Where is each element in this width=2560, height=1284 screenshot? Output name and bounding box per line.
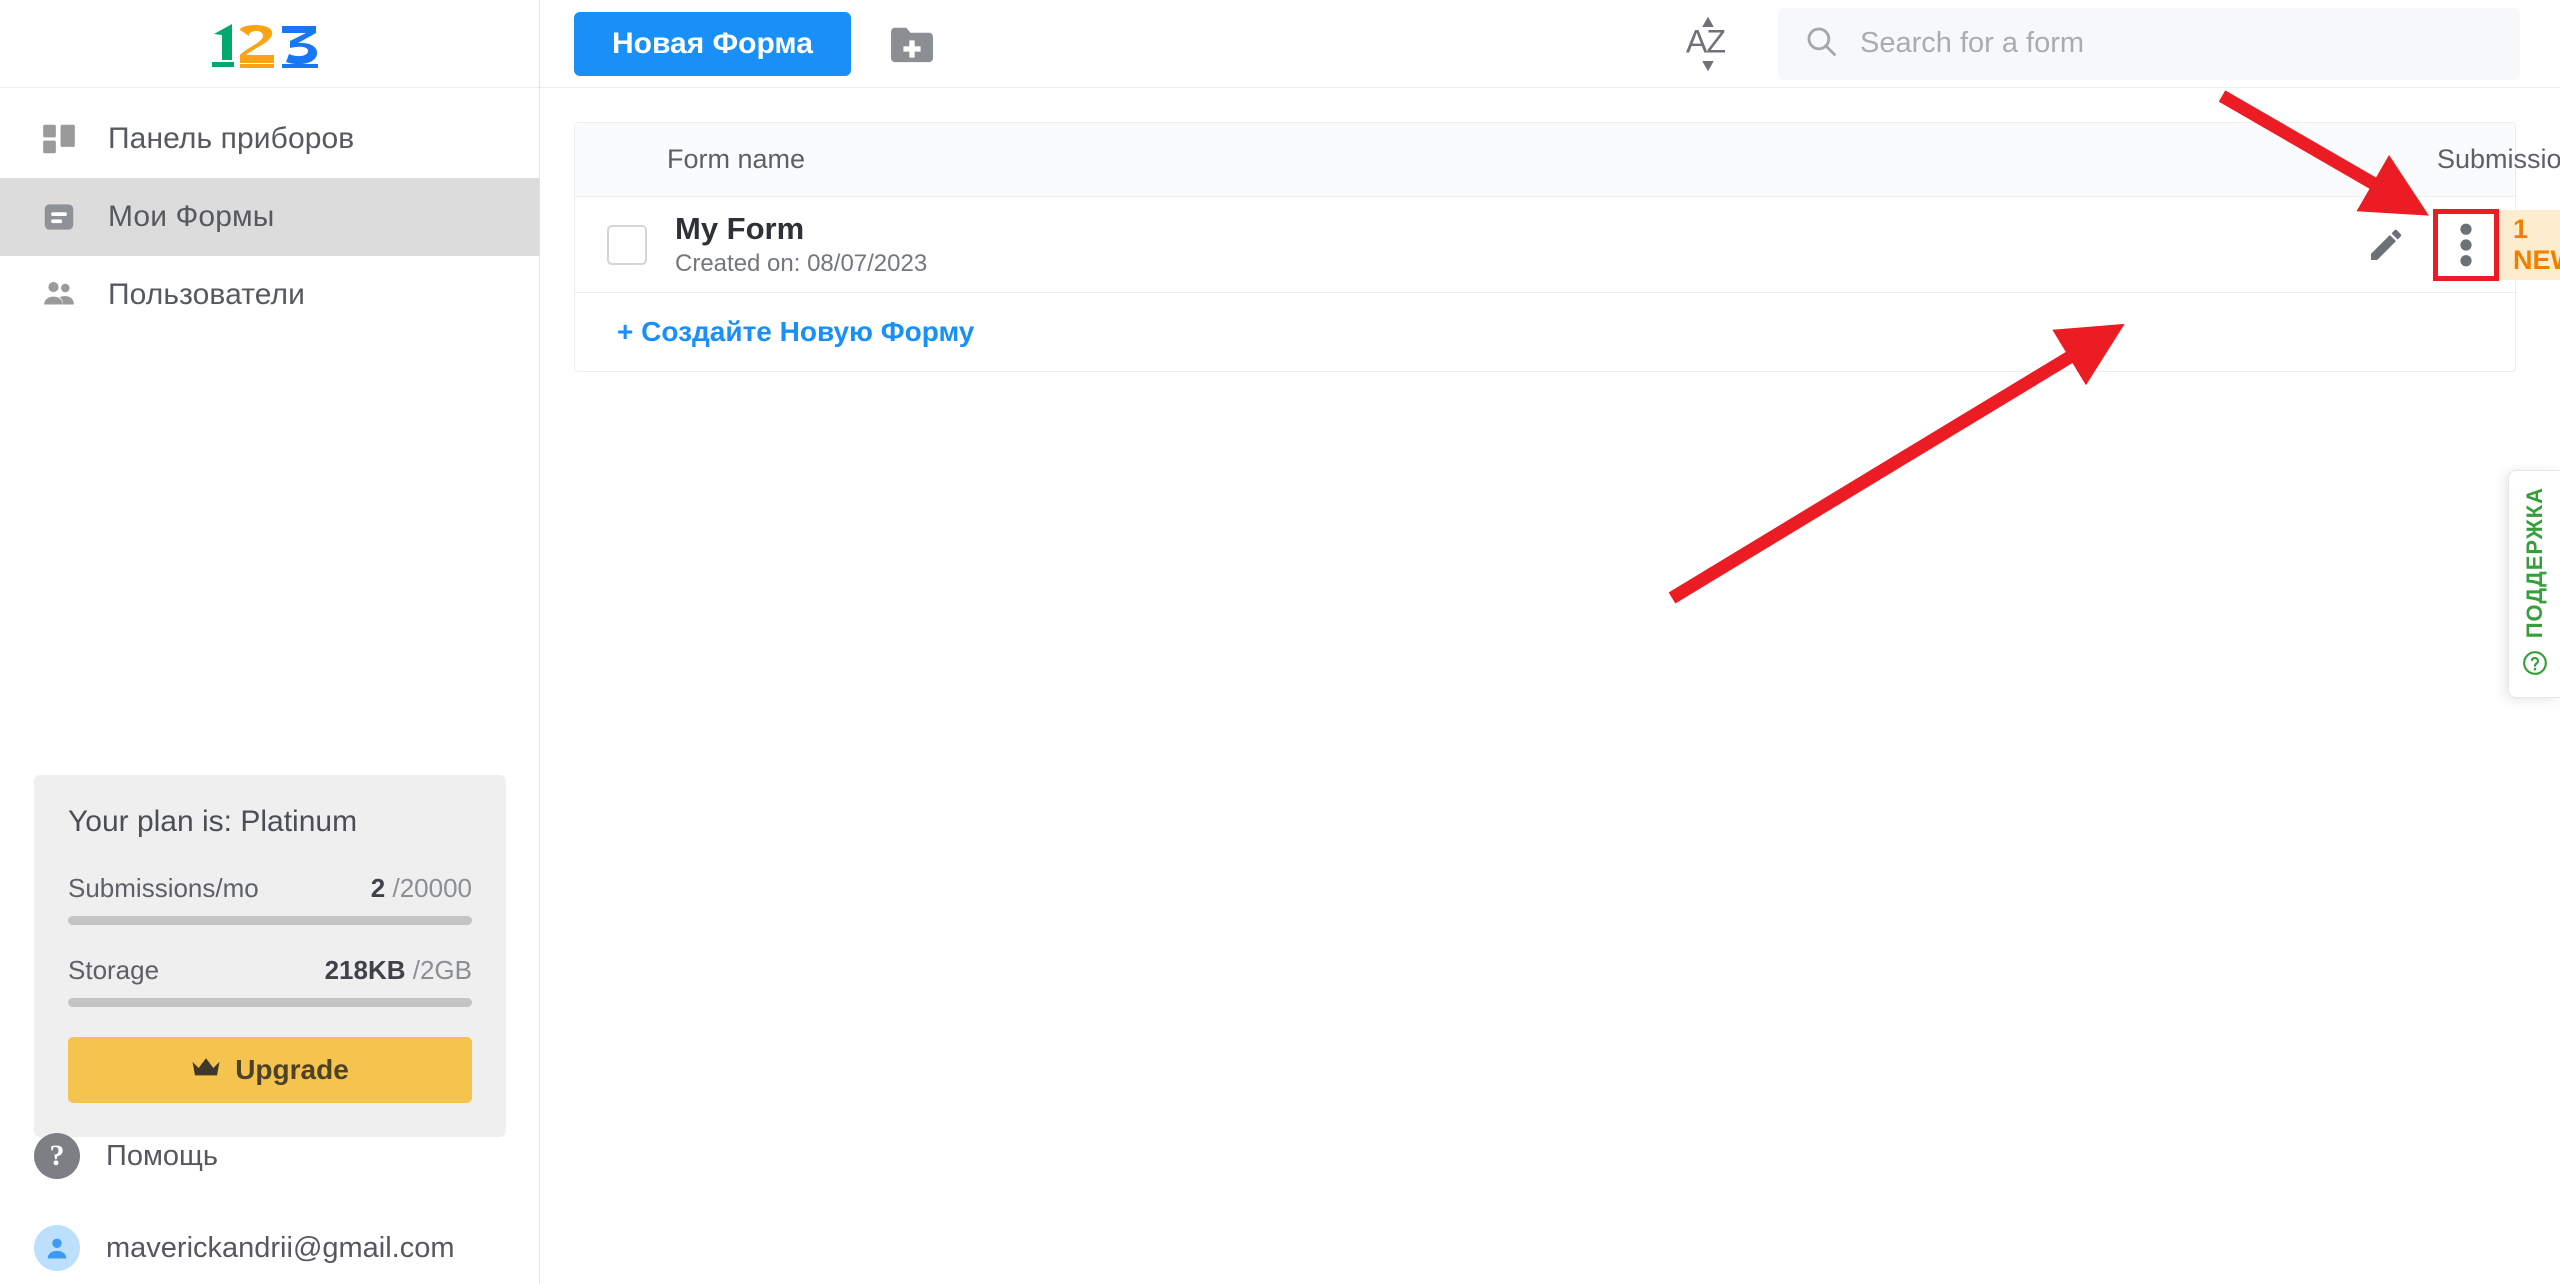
table-row[interactable]: My Form Created on: 08/07/2023 2 1 NEW: [575, 197, 2560, 293]
table-header-row: Form name Submissions: [575, 123, 2560, 197]
question-circle-icon: [2522, 650, 2548, 681]
crown-icon: [191, 1054, 221, 1086]
svg-text:A: A: [1686, 23, 1708, 59]
support-tab[interactable]: ПОДДЕРЖКА: [2508, 470, 2560, 698]
forms-icon: [38, 196, 80, 238]
sidebar-item-label: Мои Формы: [108, 200, 275, 233]
meter-limit: /2GB: [412, 955, 472, 985]
toolbar: Новая Форма A Z: [540, 0, 2560, 88]
avatar-icon: [34, 1225, 80, 1271]
search-input[interactable]: [1860, 27, 2494, 60]
row-form-info: My Form Created on: 08/07/2023: [675, 211, 927, 279]
sidebar-item-account[interactable]: maverickandrii@gmail.com: [0, 1202, 539, 1284]
create-new-form-link[interactable]: + Создайте Новую Форму: [617, 316, 974, 348]
main-content: Новая Форма A Z Search for a form Form n…: [540, 0, 2560, 1284]
forms-table-area: Form name Submissions My Form Created on…: [540, 88, 2560, 372]
create-new-form-row[interactable]: + Создайте Новую Форму: [575, 293, 2515, 371]
plan-title: Your plan is: Platinum: [68, 805, 358, 838]
help-icon: ?: [34, 1133, 80, 1179]
sidebar-item-label: Пользователи: [108, 278, 306, 311]
row-form-name: My Form: [675, 210, 805, 246]
meter-label: Storage: [68, 955, 160, 985]
sidebar-item-dashboard[interactable]: Панель приборов: [0, 100, 539, 178]
plan-card: Your plan is: Platinum Submissions/mo 2 …: [34, 775, 506, 1137]
meter-value: 218KB /2GB: [324, 955, 472, 985]
sidebar-item-label: Панель приборов: [108, 122, 355, 155]
row-actions: [2363, 208, 2499, 281]
pencil-icon[interactable]: [2363, 219, 2409, 271]
forms-table: Form name Submissions My Form Created on…: [574, 122, 2560, 372]
sidebar-item-users[interactable]: Пользователи: [0, 256, 539, 334]
kebab-menu-icon[interactable]: [2433, 208, 2499, 281]
meter-row-submissions: Submissions/mo 2 /20000: [68, 873, 472, 904]
users-icon: [38, 274, 80, 316]
new-folder-icon[interactable]: [887, 19, 937, 69]
svg-text:Z: Z: [1706, 23, 1726, 59]
meter-row-storage: Storage 218KB /2GB: [68, 955, 472, 986]
meter-limit: /20000: [392, 873, 472, 903]
row-created-date: Created on: 08/07/2023: [675, 250, 928, 278]
column-header-submissions: Submissions: [2437, 144, 2560, 174]
search-icon: [1804, 24, 1838, 63]
sidebar-bottom-links: ? Помощь maverickandrii@gmail.com: [0, 1110, 539, 1284]
upgrade-button-label: Upgrade: [235, 1054, 349, 1085]
logo-123-icon: [210, 20, 330, 68]
row-checkbox[interactable]: [607, 224, 647, 265]
dashboard-icon: [38, 118, 80, 160]
sort-az-icon[interactable]: A Z: [1672, 12, 1744, 76]
new-submissions-badge: 1 NEW: [2497, 209, 2560, 280]
sidebar: Панель приборов Мои Формы Пользователи Y…: [0, 0, 540, 1284]
meter-bar-submissions: [68, 916, 472, 925]
app-root: Панель приборов Мои Формы Пользователи Y…: [0, 0, 2560, 1284]
new-form-button[interactable]: Новая Форма: [574, 11, 851, 76]
sidebar-item-label: Помощь: [106, 1139, 219, 1172]
meter-value: 2 /20000: [370, 873, 472, 903]
account-email: maverickandrii@gmail.com: [106, 1231, 455, 1264]
sidebar-nav: Панель приборов Мои Формы Пользователи: [0, 88, 539, 334]
sidebar-item-my-forms[interactable]: Мои Формы: [0, 178, 539, 256]
upgrade-button[interactable]: Upgrade: [68, 1037, 472, 1103]
meter-label: Submissions/mo: [68, 873, 259, 903]
brand-logo[interactable]: [0, 0, 539, 88]
meter-bar-storage: [68, 998, 472, 1007]
column-header-form-name: Form name: [667, 144, 806, 174]
search-box[interactable]: [1778, 7, 2520, 80]
support-tab-label: ПОДДЕРЖКА: [2521, 486, 2547, 639]
sidebar-item-help[interactable]: ? Помощь: [0, 1110, 539, 1202]
